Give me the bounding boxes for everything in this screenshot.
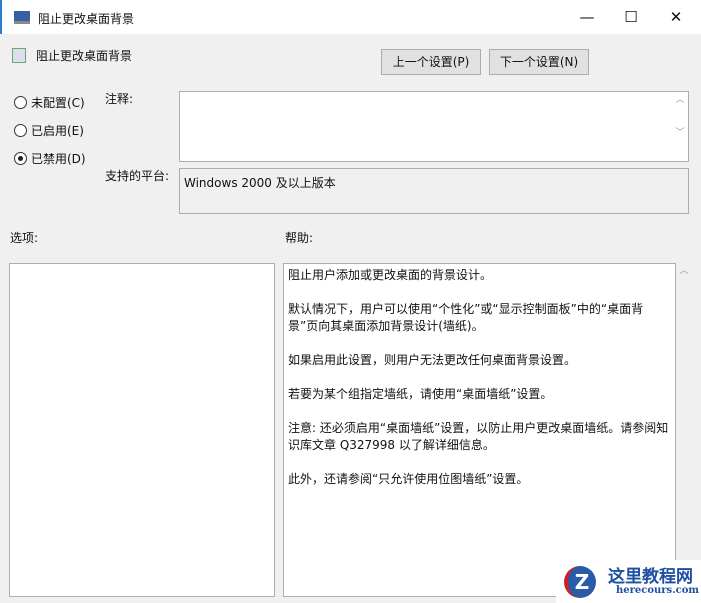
help-paragraph: 阻止用户添加或更改桌面的背景设计。: [288, 268, 493, 282]
minimize-button[interactable]: —: [565, 0, 609, 34]
close-button[interactable]: ✕: [654, 0, 698, 34]
help-paragraph: 此外，还请参阅“只允许使用位图墙纸”设置。: [288, 472, 529, 486]
radio-icon[interactable]: [14, 124, 27, 137]
help-pane: 阻止用户添加或更改桌面的背景设计。 默认情况下，用户可以使用“个性化”或“显示控…: [283, 263, 676, 597]
radio-enabled[interactable]: 已启用(E): [14, 122, 84, 139]
radio-icon[interactable]: [14, 96, 27, 109]
watermark-logo: Z 这里教程网 herecours.com: [556, 560, 701, 603]
window-title: 阻止更改桌面背景: [38, 12, 135, 26]
options-label: 选项:: [10, 231, 39, 245]
policy-title: 阻止更改桌面背景: [36, 49, 133, 63]
radio-not-configured[interactable]: 未配置(C): [14, 94, 85, 111]
help-scrollbar[interactable]: ︿: [676, 263, 692, 563]
platform-scrollbar[interactable]: [672, 169, 688, 213]
help-paragraph: 注意: 还必须启用“桌面墙纸”设置，以防止用户更改桌面墙纸。请参阅知识库文章 Q…: [288, 421, 669, 452]
help-paragraph: 如果启用此设置，则用户无法更改任何桌面背景设置。: [288, 353, 577, 367]
help-paragraph: 默认情况下，用户可以使用“个性化”或“显示控制面板”中的“桌面背景”页向其桌面添…: [288, 302, 644, 333]
comment-textarea[interactable]: ︿ ﹀: [179, 91, 689, 162]
radio-label: 未配置(C): [31, 96, 85, 110]
radio-label: 已禁用(D): [31, 152, 86, 166]
previous-setting-button[interactable]: 上一个设置(P): [381, 49, 481, 75]
platform-label: 支持的平台:: [105, 169, 170, 183]
policy-icon: [12, 48, 26, 63]
help-label: 帮助:: [285, 231, 314, 245]
title-bar: 阻止更改桌面背景 — ☐ ✕: [0, 0, 701, 34]
watermark-name: 这里教程网: [608, 567, 693, 587]
comment-label: 注释:: [105, 92, 134, 106]
radio-icon[interactable]: [14, 152, 27, 165]
app-icon: [14, 11, 30, 24]
maximize-button[interactable]: ☐: [609, 0, 653, 34]
next-setting-button[interactable]: 下一个设置(N): [489, 49, 589, 75]
platform-field: Windows 2000 及以上版本: [179, 168, 689, 214]
comment-scrollbar[interactable]: ︿ ﹀: [672, 92, 688, 161]
radio-disabled[interactable]: 已禁用(D): [14, 150, 86, 167]
radio-label: 已启用(E): [31, 124, 84, 138]
platform-value: Windows 2000 及以上版本: [184, 176, 336, 190]
watermark-url: herecours.com: [616, 585, 700, 596]
help-paragraph: 若要为某个组指定墙纸，请使用“桌面墙纸”设置。: [288, 387, 553, 401]
options-pane: [9, 263, 275, 597]
